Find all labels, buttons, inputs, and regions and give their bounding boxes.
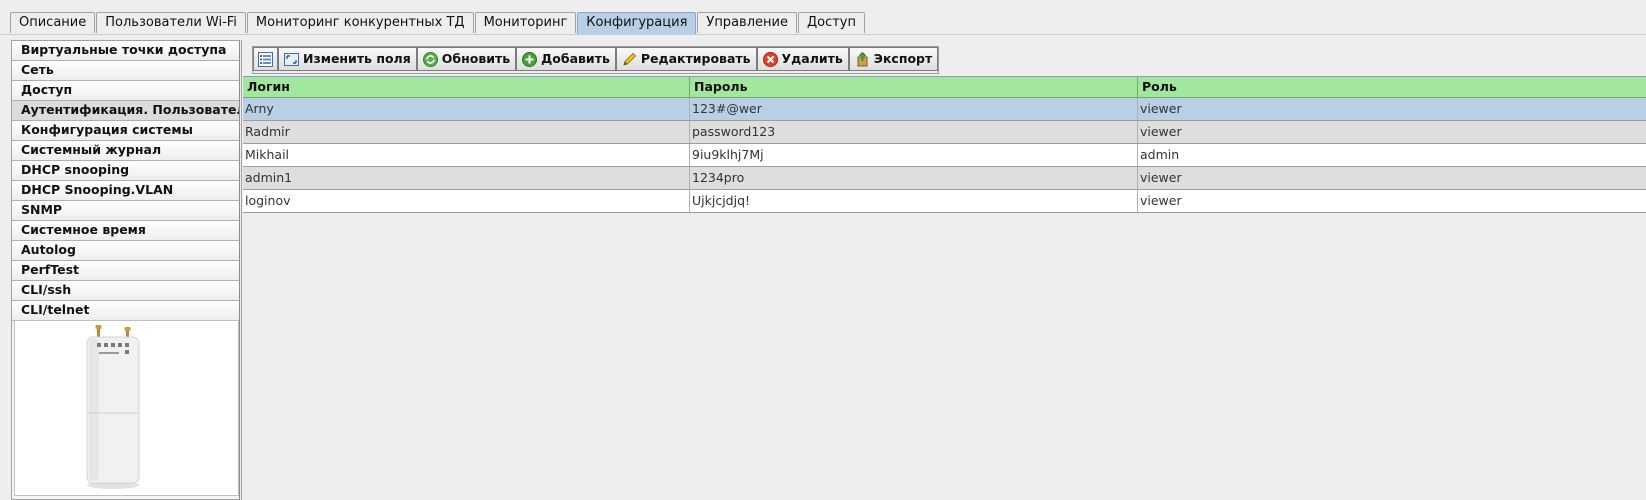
tab-competing-ap-monitoring[interactable]: Мониторинг конкурентных ТД	[246, 12, 474, 33]
sidebar-item-snmp[interactable]: SNMP	[12, 201, 239, 221]
sidebar-item-auth-users[interactable]: Аутентификация. Пользователи	[12, 101, 239, 121]
toolbar: Изменить поля Обновить Добавить Редактир…	[252, 46, 940, 74]
sidebar-item-dhcp-snooping-vlan[interactable]: DHCP Snooping.VLAN	[12, 181, 239, 201]
tab-management[interactable]: Управление	[697, 12, 797, 33]
cell-login: loginov	[243, 190, 690, 212]
edit-fields-label: Изменить поля	[303, 51, 411, 66]
sidebar-item-system-log[interactable]: Системный журнал	[12, 141, 239, 161]
cell-role: viewer	[1138, 121, 1646, 143]
table-row[interactable]: Mikhail 9iu9klhj7Mj admin	[243, 144, 1646, 167]
tab-description[interactable]: Описание	[10, 12, 96, 33]
delete-label: Удалить	[781, 51, 843, 66]
config-sidebar: Виртуальные точки доступа Сеть Доступ Ау…	[11, 40, 240, 500]
export-label: Экспорт	[873, 51, 933, 66]
column-header-password[interactable]: Пароль	[690, 77, 1138, 98]
device-image	[14, 320, 239, 496]
sidebar-item-system-time[interactable]: Системное время	[12, 221, 239, 241]
tab-configuration[interactable]: Конфигурация	[577, 12, 697, 34]
refresh-label: Обновить	[441, 51, 511, 66]
add-icon	[522, 51, 538, 67]
cell-login: admin1	[243, 167, 690, 189]
cell-role: viewer	[1138, 98, 1646, 120]
users-table: Логин Пароль Роль Arny 123#@wer viewer R…	[243, 76, 1646, 213]
edit-label: Редактировать	[640, 51, 751, 66]
sidebar-item-access[interactable]: Доступ	[12, 81, 239, 101]
add-label: Добавить	[541, 51, 610, 66]
cell-login: Radmir	[243, 121, 690, 143]
tab-wifi-users[interactable]: Пользователи Wi-Fi	[96, 12, 246, 33]
fields-icon	[284, 52, 299, 66]
cell-password: 1234pro	[690, 167, 1138, 189]
sidebar-item-cli-telnet[interactable]: CLI/telnet	[12, 301, 239, 321]
refresh-button[interactable]: Обновить	[416, 47, 517, 71]
sidebar-item-network[interactable]: Сеть	[12, 61, 239, 81]
column-header-login[interactable]: Логин	[243, 77, 690, 98]
pencil-icon	[623, 52, 636, 66]
sidebar-item-system-config[interactable]: Конфигурация системы	[12, 121, 239, 141]
tab-monitoring[interactable]: Мониторинг	[474, 12, 577, 33]
sidebar-item-perftest[interactable]: PerfTest	[12, 261, 239, 281]
sidebar-item-cli-ssh[interactable]: CLI/ssh	[12, 281, 239, 301]
cell-role: viewer	[1138, 167, 1646, 189]
delete-icon	[762, 51, 778, 67]
list-view-icon	[258, 51, 273, 67]
cell-password: Ujkjcjdjq!	[690, 190, 1138, 212]
cell-login: Mikhail	[243, 144, 690, 166]
cell-role: admin	[1138, 144, 1646, 166]
table-row[interactable]: Arny 123#@wer viewer	[243, 98, 1646, 121]
top-tab-bar: Описание Пользователи Wi-Fi Мониторинг к…	[0, 0, 1646, 35]
table-row[interactable]: admin1 1234pro viewer	[243, 167, 1646, 190]
table-row[interactable]: Radmir password123 viewer	[243, 121, 1646, 144]
cell-password: 9iu9klhj7Mj	[690, 144, 1138, 166]
table-row[interactable]: loginov Ujkjcjdjq! viewer	[243, 190, 1646, 213]
cell-password: password123	[690, 121, 1138, 143]
cell-login: Arny	[243, 98, 690, 120]
column-header-role[interactable]: Роль	[1138, 77, 1646, 98]
tab-access[interactable]: Доступ	[797, 12, 865, 33]
cell-password: 123#@wer	[690, 98, 1138, 120]
add-button[interactable]: Добавить	[516, 47, 616, 71]
export-button[interactable]: Экспорт	[848, 47, 939, 71]
edit-fields-button[interactable]: Изменить поля	[278, 47, 417, 71]
edit-button[interactable]: Редактировать	[615, 47, 757, 71]
main-panel: Изменить поля Обновить Добавить Редактир…	[241, 40, 1646, 500]
sidebar-item-dhcp-snooping[interactable]: DHCP snooping	[12, 161, 239, 181]
export-icon	[857, 51, 868, 66]
table-header: Логин Пароль Роль	[243, 76, 1646, 98]
cell-role: viewer	[1138, 190, 1646, 212]
access-point-device-icon	[86, 325, 140, 489]
delete-button[interactable]: Удалить	[756, 47, 849, 71]
refresh-icon	[422, 51, 438, 67]
sidebar-item-virtual-ap[interactable]: Виртуальные точки доступа	[12, 41, 239, 61]
columns-button[interactable]	[253, 47, 278, 71]
sidebar-item-autolog[interactable]: Autolog	[12, 241, 239, 261]
